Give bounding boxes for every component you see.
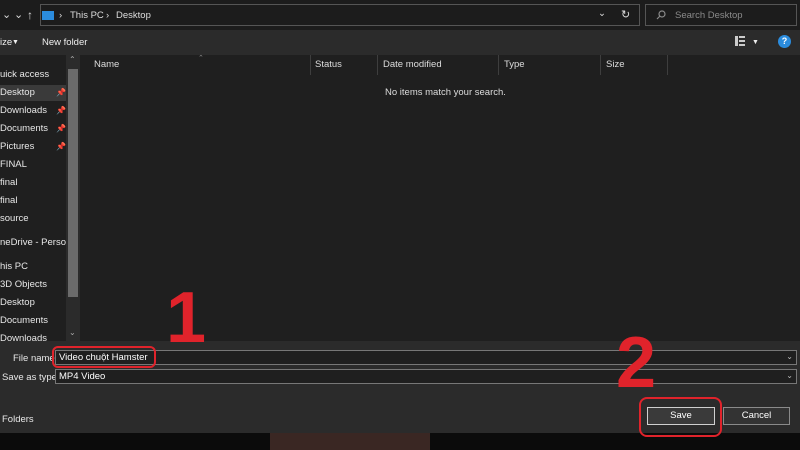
column-divider[interactable] (667, 55, 668, 75)
sidebar-item-label: neDrive - Person (0, 237, 72, 248)
sidebar-item-quick-access[interactable]: uick access (0, 67, 49, 83)
column-header-size[interactable]: Size (606, 55, 624, 75)
search-placeholder: Search Desktop (675, 10, 743, 21)
sidebar-item-downloads-pc[interactable]: Downloads (0, 331, 47, 341)
video-frame-image (270, 433, 430, 450)
cancel-button[interactable]: Cancel (723, 407, 790, 425)
view-options-icon[interactable] (735, 35, 745, 50)
column-divider[interactable] (600, 55, 601, 75)
sidebar-item-final-2[interactable]: final (0, 193, 17, 209)
sort-indicator-icon: ⌃ (198, 55, 204, 62)
column-header-status[interactable]: Status (315, 55, 342, 75)
sidebar-item-label: Documents (0, 123, 49, 134)
sidebar-item-label: Desktop (0, 87, 35, 98)
column-header-type[interactable]: Type (504, 55, 525, 75)
sidebar-item-pictures[interactable]: Pictures 📌 (0, 139, 66, 155)
scrollbar-thumb[interactable] (68, 69, 78, 297)
annotation-step-2: 2 (616, 323, 657, 403)
this-pc-icon (42, 11, 54, 20)
sidebar-item-label: Desktop (0, 297, 35, 308)
sidebar-item-documents-pc[interactable]: Documents (0, 313, 48, 329)
folders-toggle[interactable]: Folders (2, 414, 34, 425)
sidebar-item-label: Downloads (0, 105, 47, 116)
save-as-type-label: Save as type: (2, 372, 60, 383)
chevron-down-icon[interactable]: ⌄ (2, 8, 11, 22)
annotation-step-1: 1 (166, 278, 207, 358)
recent-locations-icon[interactable]: ⌄ (14, 8, 23, 22)
sidebar-item-label: source (0, 213, 29, 224)
save-as-dialog: ⌄ ⌄ ↑ › This PC › Desktop ⌄ ↻ Search Des… (0, 0, 800, 433)
sidebar-item-label: final (0, 195, 18, 206)
address-bar[interactable]: › This PC › Desktop ⌄ ↻ (40, 4, 640, 26)
file-name-label: File name: (13, 353, 58, 364)
breadcrumb-separator-icon[interactable]: › (106, 10, 109, 21)
sidebar-item-label: 3D Objects (0, 279, 47, 290)
column-header-name[interactable]: Name (94, 55, 119, 75)
save-as-type-value: MP4 Video (59, 371, 106, 382)
toolbar: ize ▼ New folder ▼ ? (0, 30, 800, 55)
help-icon[interactable]: ? (778, 35, 791, 48)
breadcrumb-separator-icon[interactable]: › (59, 10, 62, 21)
scroll-up-icon[interactable]: ⌃ (69, 55, 76, 64)
sidebar-item-documents[interactable]: Documents 📌 (0, 121, 66, 137)
save-as-type-select[interactable]: MP4 Video ⌄ (55, 369, 797, 384)
column-divider[interactable] (498, 55, 499, 75)
up-arrow-icon[interactable]: ↑ (27, 8, 33, 22)
annotation-highlight-save (639, 397, 722, 437)
sidebar-item-final[interactable]: final (0, 175, 17, 191)
sidebar-item-desktop-pc[interactable]: Desktop (0, 295, 35, 311)
refresh-icon[interactable]: ↻ (621, 8, 630, 21)
sidebar-item-label: Documents (0, 315, 49, 326)
sidebar-item-label: his PC (0, 261, 28, 272)
address-bar-row: ⌄ ⌄ ↑ › This PC › Desktop ⌄ ↻ Search Des… (0, 0, 800, 30)
scroll-down-icon[interactable]: ⌄ (69, 328, 76, 337)
pin-icon: 📌 (56, 88, 66, 97)
pin-icon: 📌 (56, 124, 66, 133)
breadcrumb-desktop[interactable]: Desktop (116, 10, 151, 21)
search-icon (656, 10, 666, 20)
sidebar-item-3d-objects[interactable]: 3D Objects (0, 277, 47, 293)
column-divider[interactable] (310, 55, 311, 75)
sidebar-item-desktop[interactable]: Desktop 📌 (0, 85, 66, 101)
search-box[interactable]: Search Desktop (645, 4, 797, 26)
address-dropdown-icon[interactable]: ⌄ (598, 8, 606, 19)
sidebar-item-source[interactable]: source (0, 211, 29, 227)
sidebar-item-onedrive[interactable]: neDrive - Person (0, 235, 71, 251)
pin-icon: 📌 (56, 142, 66, 151)
sidebar-item-final-upper[interactable]: FINAL (0, 157, 27, 173)
sidebar-item-label: FINAL (0, 159, 27, 170)
empty-message: No items match your search. (385, 87, 506, 98)
sidebar-item-this-pc[interactable]: his PC (0, 259, 28, 275)
sidebar-item-label: Pictures (0, 141, 35, 152)
view-dropdown-icon[interactable]: ▼ (752, 39, 759, 46)
organize-dropdown-icon[interactable]: ▼ (12, 39, 19, 46)
column-header-date-modified[interactable]: Date modified (383, 55, 442, 75)
file-name-dropdown-icon[interactable]: ⌄ (786, 352, 793, 361)
organize-button[interactable]: ize (0, 37, 12, 48)
save-as-type-dropdown-icon[interactable]: ⌄ (786, 371, 793, 380)
sidebar-item-downloads[interactable]: Downloads 📌 (0, 103, 66, 119)
new-folder-button[interactable]: New folder (42, 37, 87, 48)
sidebar-item-label: uick access (0, 69, 50, 80)
sidebar-scrollbar[interactable]: ⌃ ⌄ (66, 55, 80, 341)
sidebar-item-label: Downloads (0, 333, 47, 341)
sidebar-item-label: final (0, 177, 18, 188)
breadcrumb-this-pc[interactable]: This PC (70, 10, 104, 21)
pin-icon: 📌 (56, 106, 66, 115)
column-divider[interactable] (377, 55, 378, 75)
annotation-highlight-file-name (52, 346, 156, 368)
